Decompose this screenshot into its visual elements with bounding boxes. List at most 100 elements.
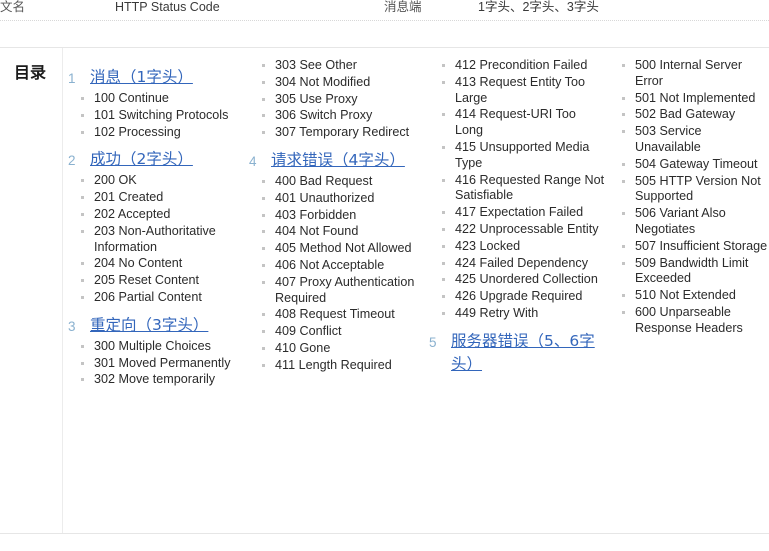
toc-item[interactable]: 204 No Content — [64, 256, 245, 272]
toc-item[interactable]: 500 Internal Server Error — [605, 58, 769, 90]
toc-item[interactable]: 422 Unprocessable Entity — [425, 222, 605, 238]
toc-item[interactable]: 426 Upgrade Required — [425, 289, 605, 305]
bullet-icon — [622, 179, 625, 183]
toc-item[interactable]: 305 Use Proxy — [245, 92, 425, 108]
toc-column-1: 1 消息（1字头） 100 Continue 101 Switching Protoc… — [64, 48, 245, 533]
toc-item-label: 509 Bandwidth Limit Exceeded — [635, 255, 749, 286]
toc-heading-number: 3 — [68, 318, 76, 334]
toc-item[interactable]: 415 Unsupported Media Type — [425, 140, 605, 172]
toc-item[interactable]: 600 Unparseable Response Headers — [605, 305, 769, 337]
toc-item[interactable]: 504 Gateway Timeout — [605, 157, 769, 173]
toc-item[interactable]: 416 Requested Range Not Satisfiable — [425, 173, 605, 205]
toc-item-label: 401 Unauthorized — [275, 190, 375, 205]
toc-item-label: 500 Internal Server Error — [635, 58, 743, 88]
toc-heading-text: 重定向（3字头） — [90, 315, 209, 334]
toc-item[interactable]: 413 Request Entity Too Large — [425, 75, 605, 107]
toc-item-label: 406 Not Acceptable — [275, 257, 385, 272]
toc-item[interactable]: 407 Proxy Authentication Required — [245, 275, 425, 307]
toc-item[interactable]: 100 Continue — [64, 91, 245, 107]
bullet-icon — [442, 80, 445, 84]
toc-item-label: 202 Accepted — [94, 206, 171, 221]
toc-item-label: 303 See Other — [275, 58, 357, 72]
toc-item[interactable]: 409 Conflict — [245, 324, 425, 340]
toc-item[interactable]: 205 Reset Content — [64, 273, 245, 289]
bullet-icon — [81, 295, 84, 299]
toc-item-label: 206 Partial Content — [94, 289, 202, 304]
toc-heading-link[interactable]: 5 服务器错误（5、6字头） — [425, 330, 605, 376]
toc-item[interactable]: 206 Partial Content — [64, 290, 245, 306]
toc-item[interactable]: 307 Temporary Redirect — [245, 125, 425, 141]
toc-title: 目录 — [14, 63, 47, 82]
toc-item[interactable]: 412 Precondition Failed — [425, 58, 605, 74]
toc-item[interactable]: 306 Switch Proxy — [245, 108, 425, 124]
toc-item-label: 409 Conflict — [275, 324, 342, 339]
toc-item[interactable]: 410 Gone — [245, 341, 425, 357]
toc-item[interactable]: 102 Processing — [64, 125, 245, 141]
toc-item[interactable]: 425 Unordered Collection — [425, 272, 605, 288]
toc-item[interactable]: 449 Retry With — [425, 306, 605, 322]
toc-item[interactable]: 200 OK — [64, 173, 245, 189]
toc-item[interactable]: 101 Switching Protocols — [64, 108, 245, 124]
toc-item-label: 423 Locked — [455, 238, 521, 253]
bullet-icon — [81, 113, 84, 117]
toc-item[interactable]: 507 Insufficient Storage — [605, 239, 769, 255]
bullet-icon — [622, 113, 625, 117]
toc-item-label: 302 Move temporarily — [94, 372, 216, 387]
toc-item[interactable]: 408 Request Timeout — [245, 307, 425, 323]
toc-item[interactable]: 403 Forbidden — [245, 208, 425, 224]
bullet-icon — [262, 230, 265, 234]
toc-item[interactable]: 404 Not Found — [245, 224, 425, 240]
toc-item[interactable]: 406 Not Acceptable — [245, 258, 425, 274]
toc-item-label: 510 Not Extended — [635, 288, 736, 303]
toc-item[interactable]: 417 Expectation Failed — [425, 205, 605, 221]
toc-heading-link[interactable]: 3 重定向（3字头） — [64, 314, 245, 337]
toc-item[interactable]: 502 Bad Gateway — [605, 107, 769, 123]
toc-item[interactable]: 302 Move temporarily — [64, 372, 245, 388]
toc-item-label: 204 No Content — [94, 256, 183, 271]
toc-item-label: 503 Service Unavailable — [635, 124, 702, 154]
toc-item[interactable]: 411 Length Required — [245, 358, 425, 374]
toc-item[interactable]: 510 Not Extended — [605, 288, 769, 304]
toc-item[interactable]: 505 HTTP Version Not Supported — [605, 174, 769, 206]
toc-item-label: 301 Moved Permanently — [94, 355, 231, 370]
toc-title-cell: 目录 — [0, 48, 63, 533]
toc-item[interactable]: 300 Multiple Choices — [64, 339, 245, 355]
toc-item[interactable]: 202 Accepted — [64, 207, 245, 223]
bullet-icon — [262, 97, 265, 101]
toc-heading-link[interactable]: 4 请求错误（4字头） — [245, 149, 425, 172]
bullet-icon — [442, 64, 445, 67]
bullet-icon — [81, 262, 84, 266]
bullet-icon — [442, 295, 445, 299]
toc-item[interactable]: 405 Method Not Allowed — [245, 241, 425, 257]
bullet-icon — [81, 279, 84, 283]
toc-item[interactable]: 503 Service Unavailable — [605, 124, 769, 156]
toc-item-label: 203 Non-Authoritative Information — [94, 223, 216, 254]
toc-item[interactable]: 304 Not Modified — [245, 75, 425, 91]
toc-item[interactable]: 424 Failed Dependency — [425, 256, 605, 272]
toc-heading-link[interactable]: 1 消息（1字头） — [64, 66, 245, 89]
bullet-icon — [262, 330, 265, 334]
toc-item-label: 200 OK — [94, 173, 137, 188]
toc-item-label: 405 Method Not Allowed — [275, 241, 412, 256]
toc-item[interactable]: 509 Bandwidth Limit Exceeded — [605, 256, 769, 288]
toc-item[interactable]: 401 Unauthorized — [245, 191, 425, 207]
toc-heading-number: 4 — [249, 153, 257, 169]
toc-item[interactable]: 301 Moved Permanently — [64, 356, 245, 372]
toc-item-label: 404 Not Found — [275, 224, 359, 239]
bullet-icon — [81, 229, 84, 233]
bullet-icon — [622, 261, 625, 265]
toc-item[interactable]: 203 Non-Authoritative Information — [64, 224, 245, 256]
toc-item[interactable]: 414 Request-URI Too Long — [425, 107, 605, 139]
toc-item-label: 100 Continue — [94, 91, 169, 105]
toc-item[interactable]: 400 Bad Request — [245, 174, 425, 190]
toc-item-label: 305 Use Proxy — [275, 91, 358, 106]
bullet-icon — [622, 130, 625, 134]
toc-item[interactable]: 506 Variant Also Negotiates — [605, 206, 769, 238]
toc-item[interactable]: 303 See Other — [245, 58, 425, 74]
infobox-row: 文名 HTTP Status Code 消息端 1字头、2字头、3字头 — [0, 0, 769, 21]
toc-heading-link[interactable]: 2 成功（2字头） — [64, 148, 245, 171]
toc-item[interactable]: 201 Created — [64, 190, 245, 206]
toc-item[interactable]: 423 Locked — [425, 239, 605, 255]
toc-item-label: 506 Variant Also Negotiates — [635, 206, 726, 236]
toc-item[interactable]: 501 Not Implemented — [605, 91, 769, 107]
